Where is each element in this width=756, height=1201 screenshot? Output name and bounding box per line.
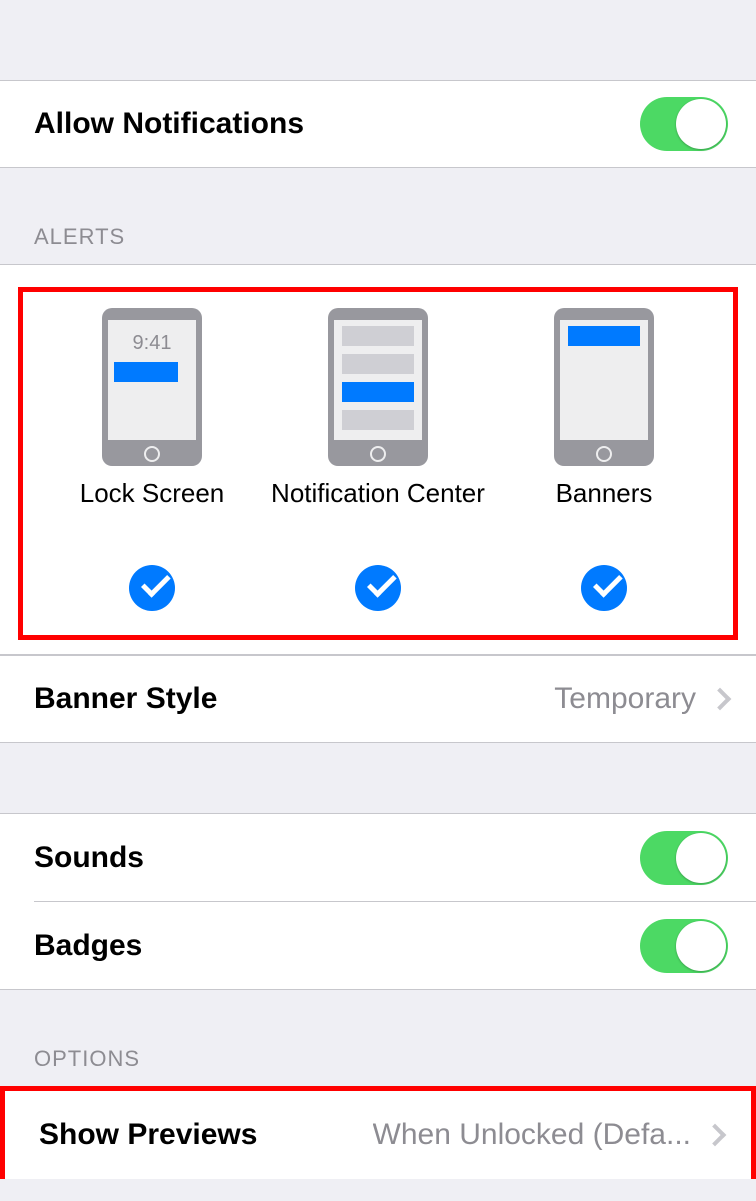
- section-gap: [0, 743, 756, 813]
- lock-screen-notification-bar: [114, 362, 178, 382]
- allow-notifications-row[interactable]: Allow Notifications: [0, 80, 756, 168]
- show-previews-row[interactable]: Show Previews When Unlocked (Defa...: [5, 1091, 751, 1179]
- home-button-icon: [596, 446, 612, 462]
- banner-style-label: Banner Style: [34, 682, 217, 716]
- alert-option-banners[interactable]: Banners: [491, 308, 717, 611]
- badges-row[interactable]: Badges: [0, 902, 756, 990]
- lock-screen-time: 9:41: [108, 332, 196, 355]
- alert-option-notification-center-label: Notification Center: [271, 478, 485, 509]
- alert-option-lock-screen-check[interactable]: [129, 565, 175, 611]
- badges-label: Badges: [34, 929, 142, 963]
- show-previews-highlight-box: Show Previews When Unlocked (Defa...: [0, 1086, 756, 1179]
- chevron-right-icon: [709, 688, 732, 711]
- sounds-switch[interactable]: [640, 831, 728, 885]
- alert-option-banners-check[interactable]: [581, 565, 627, 611]
- banner-style-row[interactable]: Banner Style Temporary: [0, 655, 756, 743]
- notification-center-icon: [328, 308, 428, 466]
- alert-option-lock-screen[interactable]: 9:41 Lock Screen: [39, 308, 265, 611]
- alert-option-lock-screen-label: Lock Screen: [80, 478, 225, 509]
- alert-option-banners-label: Banners: [556, 478, 653, 509]
- sounds-row[interactable]: Sounds: [0, 813, 756, 901]
- alert-option-notification-center[interactable]: Notification Center: [265, 308, 491, 611]
- sounds-label: Sounds: [34, 841, 144, 875]
- alert-option-notification-center-check[interactable]: [355, 565, 401, 611]
- show-previews-value: When Unlocked (Defa...: [373, 1118, 691, 1152]
- allow-notifications-switch[interactable]: [640, 97, 728, 151]
- banner-style-value: Temporary: [554, 682, 696, 716]
- home-button-icon: [144, 446, 160, 462]
- alerts-panel: 9:41 Lock Screen Notification Center: [0, 264, 756, 655]
- allow-notifications-label: Allow Notifications: [34, 107, 304, 141]
- badges-switch[interactable]: [640, 919, 728, 973]
- lock-screen-icon: 9:41: [102, 308, 202, 466]
- show-previews-label: Show Previews: [39, 1118, 257, 1152]
- top-spacer: [0, 0, 756, 80]
- alerts-highlight-box: 9:41 Lock Screen Notification Center: [18, 287, 738, 640]
- banners-icon: [554, 308, 654, 466]
- home-button-icon: [370, 446, 386, 462]
- section-header-options: OPTIONS: [0, 990, 756, 1086]
- section-header-alerts: ALERTS: [0, 168, 756, 264]
- chevron-right-icon: [704, 1124, 727, 1147]
